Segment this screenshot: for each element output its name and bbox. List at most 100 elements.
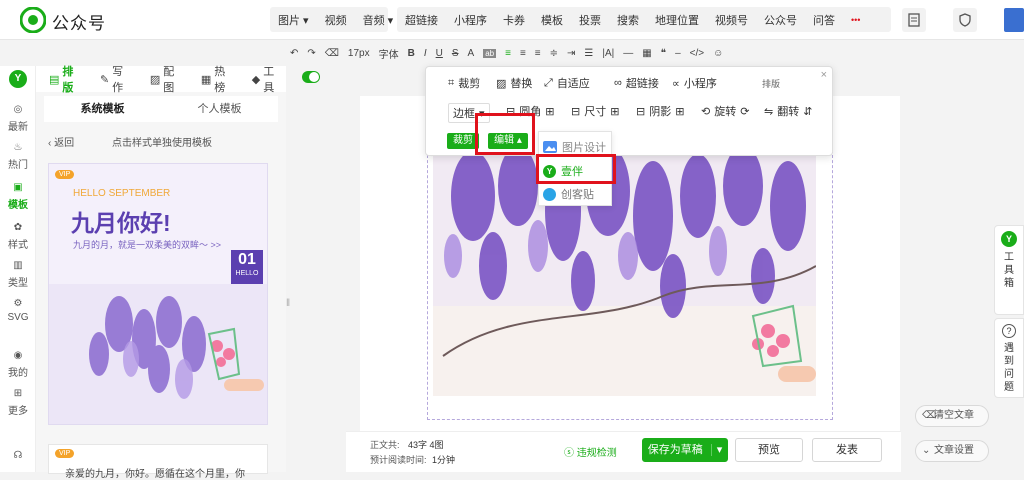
nav-item-mine[interactable]: ◉ 我的 (0, 350, 36, 379)
wisteria-photo[interactable] (433, 156, 816, 396)
menu-image[interactable]: 图片 ▾ (270, 12, 317, 28)
check-shield-icon: ⓢ (564, 448, 577, 459)
divider-icon[interactable]: — (623, 48, 633, 59)
chevron-down-icon[interactable]: ▾ (710, 444, 723, 456)
tab-system-templates[interactable]: 系统模板 (44, 96, 161, 122)
replace-image-icon: ▨ (496, 77, 507, 90)
word-count-value: 43字 4图 (408, 440, 444, 450)
pen-icon: ✎ (99, 73, 110, 86)
panel-resize-handle[interactable]: ‖ (286, 298, 292, 316)
expand-icon: ⤢ (544, 76, 553, 89)
avatar[interactable] (1004, 8, 1024, 32)
menu-more[interactable]: ••• (843, 15, 868, 25)
font-color-button[interactable]: A (468, 48, 475, 59)
menu-audio[interactable]: 音频 ▾ (355, 12, 402, 28)
hyperlink-action[interactable]: ∞ 超链接 (614, 75, 659, 91)
yiban-logo-icon: Y (9, 70, 27, 88)
tab-writing[interactable]: ✎ 写作 (95, 60, 135, 98)
auto-fit-action[interactable]: ⤢ 自适应 (544, 75, 590, 91)
undo-icon[interactable]: ↶ (290, 48, 298, 59)
violation-check-link[interactable]: ⓢ 违规检测 (564, 444, 617, 459)
template-card-2[interactable]: VIP 亲爱的九月，你好。愿循在这个月里，你 (48, 444, 268, 480)
flip-control[interactable]: ⇋ 翻转 ⇵ (764, 103, 812, 119)
publish-button[interactable]: 发表 (812, 438, 882, 462)
quote-icon[interactable]: ❝ (661, 48, 666, 59)
security-button[interactable] (953, 8, 977, 32)
tab-layout[interactable]: ▤ 排版 (44, 60, 85, 98)
crop-action[interactable]: ⌗ 裁剪 (448, 75, 480, 91)
tab-images[interactable]: ▨ 配图 (145, 60, 186, 98)
code-icon[interactable]: </> (690, 48, 704, 59)
card-day-sub: HELLO (235, 270, 259, 277)
nav-item-type[interactable]: ▥ 类型 (0, 260, 36, 289)
dropdown-item-chuangkit[interactable]: 创客贴 (543, 186, 594, 202)
menu-video[interactable]: 视频 (317, 12, 355, 28)
tab-hotlist[interactable]: ▦ 热榜 (196, 60, 237, 98)
emoji-icon[interactable]: ☺ (713, 48, 723, 59)
close-icon[interactable]: × (821, 69, 827, 81)
nav-item-template[interactable]: ▣ 模板 (0, 182, 36, 211)
link-icon: ∞ (614, 77, 622, 89)
highlight-edit-button (475, 113, 535, 155)
panel-toggle[interactable] (302, 71, 320, 83)
table-icon[interactable]: ▦ (642, 48, 651, 59)
font-size-select[interactable]: 17px (348, 48, 370, 59)
redo-icon[interactable]: ↷ (307, 48, 315, 59)
menu-search[interactable]: 搜索 (609, 12, 647, 28)
back-link[interactable]: ‹ 返回 (48, 134, 74, 149)
chevron-down-icon: ⌄ (922, 445, 931, 456)
preview-button[interactable]: 预览 (735, 438, 803, 462)
document-icon (908, 13, 920, 27)
flip-vertical-icon: ⇵ (803, 105, 813, 118)
italic-button[interactable]: I (424, 48, 427, 59)
menu-miniprogram[interactable]: 小程序 (446, 12, 495, 28)
menu-qa[interactable]: 问答 (805, 12, 843, 28)
tab-tools[interactable]: ◆ 工具 (247, 60, 286, 98)
separator-icon[interactable]: – (675, 48, 681, 59)
shadow-control[interactable]: ⊟ 阴影 ⊞ (636, 103, 684, 119)
document-button[interactable] (902, 8, 926, 32)
rotate-control[interactable]: ⟲ 旋转 ⟳ (701, 103, 749, 119)
format-brush-icon[interactable]: ⌫ (325, 48, 339, 59)
article-settings-button[interactable]: ⌄ 文章设置 (915, 440, 989, 462)
replace-action[interactable]: ▨ 替换 (496, 75, 532, 91)
menu-vote[interactable]: 投票 (571, 12, 609, 28)
nav-item-more[interactable]: ⊞ 更多 (0, 388, 36, 417)
menu-location[interactable]: 地理位置 (647, 12, 707, 28)
indent-icon[interactable]: ⇥ (567, 48, 575, 59)
align-left-icon[interactable]: ≡ (505, 48, 511, 59)
bold-button[interactable]: B (408, 48, 415, 59)
save-draft-button[interactable]: 保存为草稿 ▾ (642, 438, 728, 462)
highlight-yiban-item (536, 154, 616, 184)
font-family-select[interactable]: 字体 (379, 46, 399, 61)
list-icon[interactable]: ☰ (584, 48, 593, 59)
clear-article-button[interactable]: ⌫ 清空文章 (915, 405, 989, 427)
menu-template[interactable]: 模板 (533, 12, 571, 28)
menu-official-account[interactable]: 公众号 (756, 12, 805, 28)
menu-channels[interactable]: 视频号 (707, 12, 756, 28)
align-center-icon[interactable]: ≡ (520, 48, 526, 59)
help-tab[interactable]: ? 遇到问题 (994, 318, 1024, 398)
headset-icon[interactable]: ☊ (0, 450, 36, 461)
menu-coupon[interactable]: 卡券 (495, 12, 533, 28)
nav-item-hot[interactable]: ♨ 热门 (0, 142, 36, 171)
nav-item-svg[interactable]: ⚙ SVG (0, 298, 36, 323)
nav-item-style[interactable]: ✿ 样式 (0, 222, 36, 251)
background-color-icon[interactable]: ab (483, 48, 497, 58)
size-control[interactable]: ⊟ 尺寸 ⊞ (571, 103, 619, 119)
line-height-icon[interactable]: ≑ (550, 48, 558, 59)
align-right-icon[interactable]: ≡ (535, 48, 541, 59)
toolbox-tab[interactable]: Y 工具箱 (994, 225, 1024, 315)
miniprogram-action[interactable]: ∝ 小程序 (672, 75, 717, 91)
insert-menu-group: 超链接 小程序 卡券 模板 投票 搜索 地理位置 视频号 公众号 问答 ••• (397, 7, 891, 32)
menu-hyperlink[interactable]: 超链接 (397, 12, 446, 28)
read-time-label: 预计阅读时间: (370, 455, 427, 465)
underline-button[interactable]: U (436, 48, 443, 59)
dropdown-item-image-design[interactable]: 图片设计 (543, 139, 606, 155)
strike-button[interactable]: S (452, 48, 459, 59)
spacing-icon[interactable]: |A| (602, 48, 614, 59)
template-card[interactable]: VIP HELLO SEPTEMBER 九月你好! 九月的月，就是一双柔美的双眸… (48, 163, 268, 425)
nav-item-latest[interactable]: ◎ 最新 (0, 104, 36, 133)
card-date-block: 01 HELLO (231, 250, 263, 284)
tab-personal-templates[interactable]: 个人模板 (161, 96, 278, 122)
